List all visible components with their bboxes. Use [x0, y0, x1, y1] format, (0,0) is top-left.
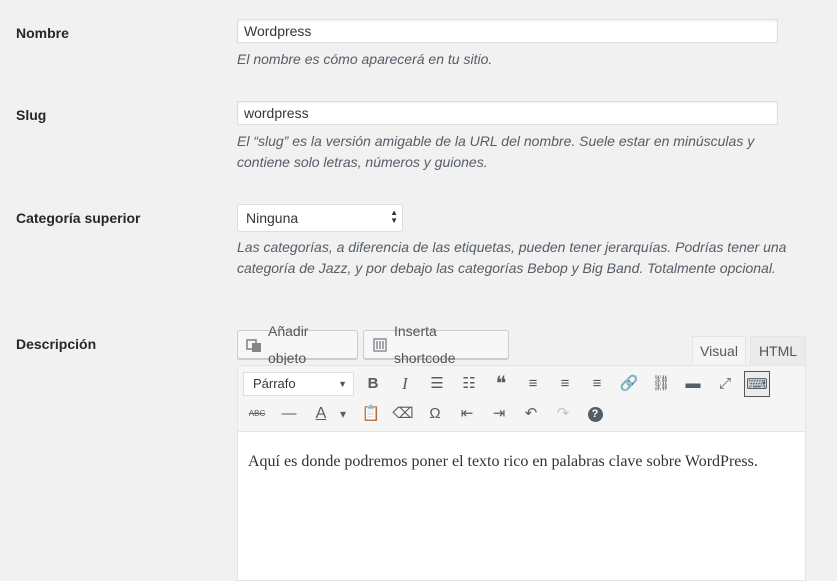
bold-icon[interactable]: B [360, 371, 386, 397]
insert-shortcode-label: Inserta shortcode [394, 322, 456, 366]
indent-icon[interactable]: ⇥ [486, 401, 512, 427]
outdent-icon[interactable]: ⇤ [454, 401, 480, 427]
slug-description: El “slug” es la versión amigable de la U… [237, 133, 755, 170]
name-input[interactable]: Wordpress [237, 19, 778, 43]
special-character-icon[interactable]: Ω [422, 401, 448, 427]
text-color-icon[interactable]: A [308, 401, 334, 427]
clear-formatting-icon[interactable]: ⌫ [390, 401, 416, 427]
media-icon [246, 337, 262, 353]
align-right-icon[interactable]: ≡ [584, 371, 610, 397]
link-icon[interactable]: 🔗 [616, 371, 642, 397]
numbered-list-icon[interactable]: ☷ [456, 371, 482, 397]
chevron-down-icon: ▼ [338, 379, 347, 389]
insert-shortcode-button[interactable]: Inserta shortcode [363, 323, 509, 366]
strikethrough-icon[interactable]: ABC [244, 401, 270, 427]
tab-visual[interactable]: Visual [692, 336, 746, 365]
format-select[interactable]: Párrafo ▼ [243, 372, 354, 396]
tab-html[interactable]: HTML [750, 336, 806, 365]
italic-icon[interactable]: I [392, 371, 418, 397]
slug-label: Slug [16, 107, 47, 123]
parent-category-value: Ninguna [246, 210, 299, 226]
unlink-icon[interactable]: ⛓ [648, 371, 674, 397]
add-media-button[interactable]: Añadir objeto [237, 323, 358, 366]
shortcode-icon [372, 337, 388, 353]
redo-icon[interactable]: ↷ [550, 401, 576, 427]
help-icon[interactable]: ? [582, 401, 608, 427]
toolbar-toggle-icon[interactable]: ⌨ [744, 371, 770, 397]
select-arrows-icon: ▲ ▼ [390, 208, 398, 225]
read-more-icon[interactable]: ▬ [680, 371, 706, 397]
slug-input[interactable]: wordpress [237, 101, 778, 125]
undo-icon[interactable]: ↶ [518, 401, 544, 427]
editor-content[interactable]: Aquí es donde podremos poner el texto ri… [237, 431, 806, 581]
horizontal-line-icon[interactable]: — [276, 401, 302, 427]
bullet-list-icon[interactable]: ☰ [424, 371, 450, 397]
align-left-icon[interactable]: ≡ [520, 371, 546, 397]
name-description: El nombre es cómo aparecerá en tu sitio. [237, 51, 493, 67]
format-select-value: Párrafo [253, 376, 296, 391]
text-color-dropdown-icon[interactable]: ▾ [336, 401, 350, 427]
paste-text-icon[interactable]: 📋 [358, 401, 384, 427]
description-label: Descripción [16, 336, 97, 352]
parent-category-select[interactable]: Ninguna ▲ ▼ [237, 204, 403, 232]
add-media-label: Añadir objeto [268, 322, 309, 366]
align-center-icon[interactable]: ≡ [552, 371, 578, 397]
editor-toolbar: Párrafo ▼ B I ☰ ☷ ❝ ≡ ≡ ≡ 🔗 ⛓ ▬ ⤢ ⌨ ABC — A ▾ 📋 ⌫ Ω ⇤ ⇥ ↶ ↷? [237, 365, 806, 432]
name-label: Nombre [16, 25, 69, 41]
parent-category-description: Las categorías, a diferencia de las etiq… [237, 239, 787, 276]
parent-category-label: Categoría superior [16, 210, 141, 226]
blockquote-icon[interactable]: ❝ [488, 371, 514, 397]
fullscreen-icon[interactable]: ⤢ [712, 371, 738, 397]
